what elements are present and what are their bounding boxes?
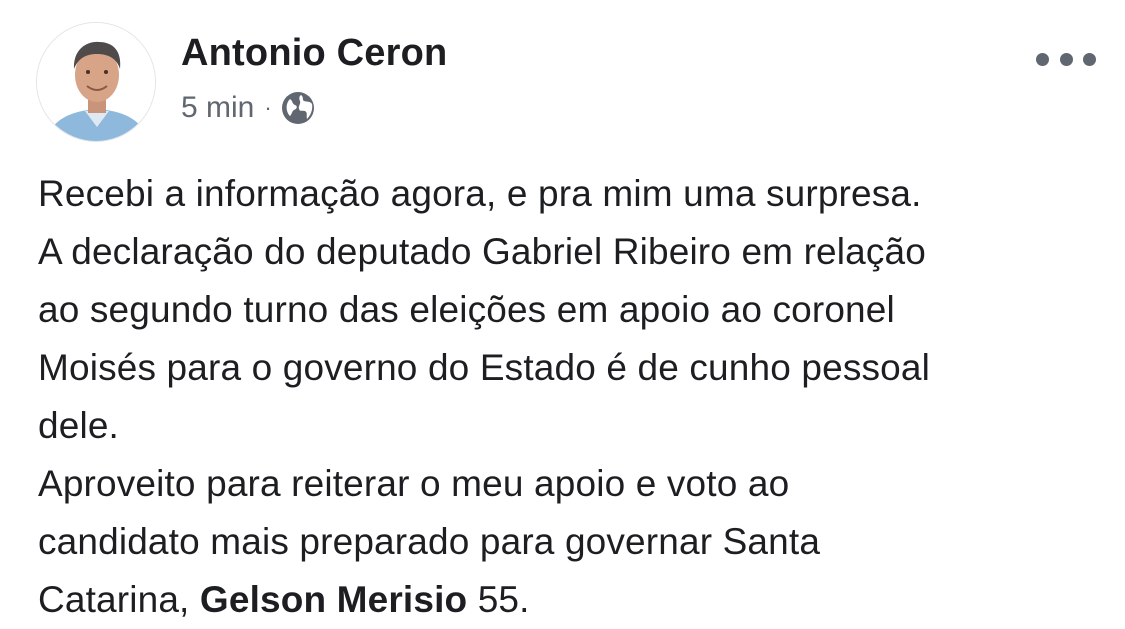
- post-author[interactable]: Antonio Ceron: [181, 32, 447, 75]
- facebook-post: Antonio Ceron 5 min · Recebi a informaçã…: [0, 0, 1125, 620]
- post-text-line: A declaração do deputado Gabriel Ribeiro…: [38, 231, 926, 272]
- post-meta: 5 min ·: [181, 88, 316, 128]
- post-text-line: candidato mais preparado para governar S…: [38, 521, 821, 562]
- post-text-line: Moisés para o governo do Estado é de cun…: [38, 347, 930, 388]
- post-text-segment: Catarina,: [38, 579, 200, 620]
- more-options-button[interactable]: [1036, 48, 1096, 70]
- mentioned-name: Gelson Merisio: [199, 579, 468, 620]
- post-text-line: dele.: [38, 405, 119, 446]
- post-text-line-last: Catarina, Gelson Merisio 55.: [38, 571, 1098, 629]
- more-dot-icon: [1083, 52, 1096, 66]
- more-dot-icon: [1036, 52, 1049, 66]
- post-text-line: ao segundo turno das eleições em apoio a…: [38, 289, 895, 330]
- post-text-line: Recebi a informação agora, e pra mim uma…: [38, 173, 922, 214]
- post-text: Recebi a informação agora, e pra mim uma…: [38, 165, 1098, 629]
- avatar[interactable]: [36, 22, 156, 142]
- more-dot-icon: [1059, 52, 1073, 66]
- post-timestamp[interactable]: 5 min: [181, 91, 254, 125]
- post-text-segment: 55.: [467, 579, 530, 620]
- globe-icon[interactable]: [280, 90, 316, 126]
- meta-separator: ·: [264, 95, 272, 120]
- profile-photo: [37, 23, 155, 141]
- post-text-line: Aproveito para reiterar o meu apoio e vo…: [38, 463, 790, 504]
